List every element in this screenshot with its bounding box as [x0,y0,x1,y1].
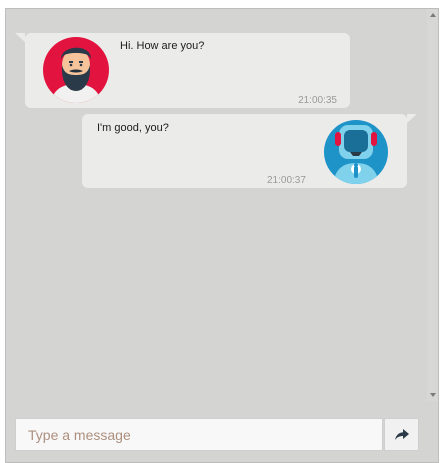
message-text: Hi. How are you? [120,40,205,52]
scroll-down-arrow-icon[interactable] [430,393,436,397]
bearded-man-avatar [43,37,109,103]
robot-avatar [323,119,389,185]
message-composer [15,418,435,452]
incoming-message-bubble: Hi. How are you? 21:00:35 [15,33,350,108]
vertical-scrollbar[interactable] [427,9,438,401]
send-arrow-icon [394,428,409,440]
message-input[interactable] [15,418,383,451]
send-button[interactable] [384,418,419,451]
message-text: I'm good, you? [97,122,169,134]
outgoing-message-bubble: I'm good, you? 21:00:37 [82,114,417,188]
message-timestamp: 21:00:37 [267,175,306,186]
scroll-up-arrow-icon[interactable] [430,13,436,17]
message-timestamp: 21:00:35 [298,95,337,106]
chat-window: Hi. How are you? 21:00:35 I'm good, you?… [5,8,439,463]
message-list[interactable]: Hi. How are you? 21:00:35 I'm good, you?… [6,9,428,401]
